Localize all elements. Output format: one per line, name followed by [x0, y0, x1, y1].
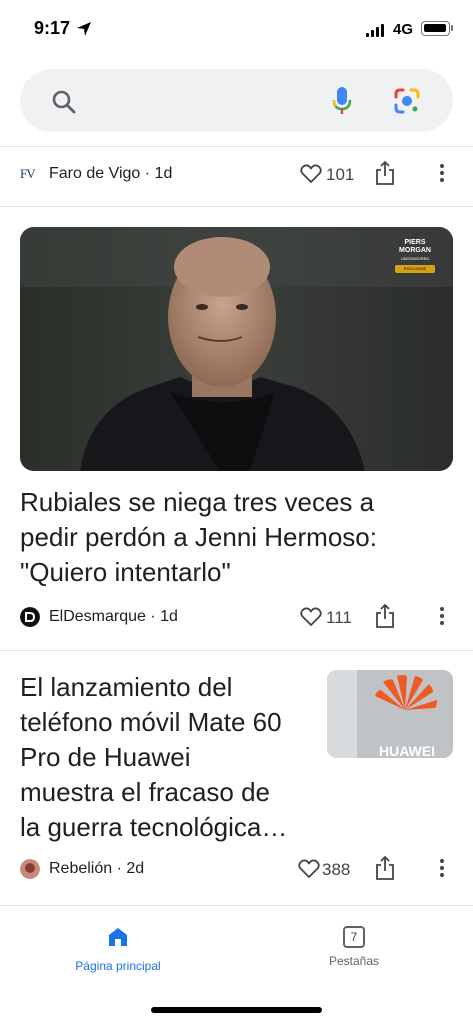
- like-count: 388: [322, 860, 351, 879]
- google-lens-icon[interactable]: [393, 87, 421, 115]
- source-name[interactable]: Rebelión · 2d: [49, 860, 144, 878]
- nav-home[interactable]: Página principal: [38, 926, 198, 973]
- article-thumbnail-huawei[interactable]: HUAWEI: [327, 670, 453, 758]
- heart-icon[interactable]: [300, 164, 322, 184]
- more-options-icon[interactable]: [439, 607, 445, 627]
- heart-icon[interactable]: [298, 859, 320, 879]
- search-bar[interactable]: [20, 69, 453, 132]
- nav-tabs[interactable]: 7 Pestañas: [274, 926, 434, 968]
- article-headline[interactable]: Rubiales se niega tres veces a pedir per…: [20, 485, 377, 590]
- article-source-row: Rebelión · 2d 388: [20, 854, 453, 884]
- rebelion-logo: [20, 859, 40, 879]
- divider: [0, 650, 473, 651]
- status-time: 9:17: [34, 18, 71, 38]
- divider: [0, 905, 473, 906]
- article-image-rubiales[interactable]: PIERS MORGAN UNCENSORED EXCLUSIVE: [20, 227, 453, 471]
- more-options-icon[interactable]: [439, 164, 445, 184]
- heart-icon[interactable]: [300, 607, 322, 627]
- source-name[interactable]: Faro de Vigo · 1d: [49, 165, 172, 183]
- battery-tip: [451, 25, 453, 31]
- svg-text:HUAWEI: HUAWEI: [379, 743, 435, 758]
- like-count: 101: [326, 165, 355, 184]
- battery-icon: [421, 21, 450, 36]
- piers-morgan-badge: PIERS MORGAN UNCENSORED EXCLUSIVE: [395, 239, 435, 273]
- rubiales-photo: [20, 227, 453, 471]
- microphone-icon[interactable]: [332, 86, 352, 116]
- cellular-signal-icon: [366, 23, 386, 37]
- network-type: 4G: [393, 21, 414, 38]
- nav-tabs-label: Pestañas: [328, 954, 380, 968]
- more-options-icon[interactable]: [439, 859, 445, 879]
- share-icon[interactable]: [375, 855, 395, 881]
- eldesmarque-logo: [20, 607, 40, 627]
- home-indicator[interactable]: [151, 1007, 322, 1013]
- faro-de-vigo-logo: FV: [20, 166, 36, 181]
- status-bar: 9:17 4G: [0, 0, 473, 60]
- article-source-row: ElDesmarque · 1d 111: [20, 602, 453, 632]
- divider: [0, 206, 473, 207]
- huawei-photo: HUAWEI: [327, 670, 453, 758]
- search-icon[interactable]: [51, 89, 77, 115]
- divider: [0, 146, 473, 147]
- source-name[interactable]: ElDesmarque · 1d: [49, 608, 178, 626]
- share-icon[interactable]: [375, 160, 395, 186]
- location-arrow-icon: [77, 22, 91, 36]
- home-icon: [109, 928, 127, 946]
- nav-home-label: Página principal: [75, 959, 161, 973]
- share-icon[interactable]: [375, 603, 395, 629]
- like-count: 111: [326, 608, 352, 627]
- tabs-icon: 7: [343, 926, 365, 948]
- article-source-row: FV Faro de Vigo · 1d 101: [20, 159, 453, 189]
- article-headline[interactable]: El lanzamiento del teléfono móvil Mate 6…: [20, 670, 287, 845]
